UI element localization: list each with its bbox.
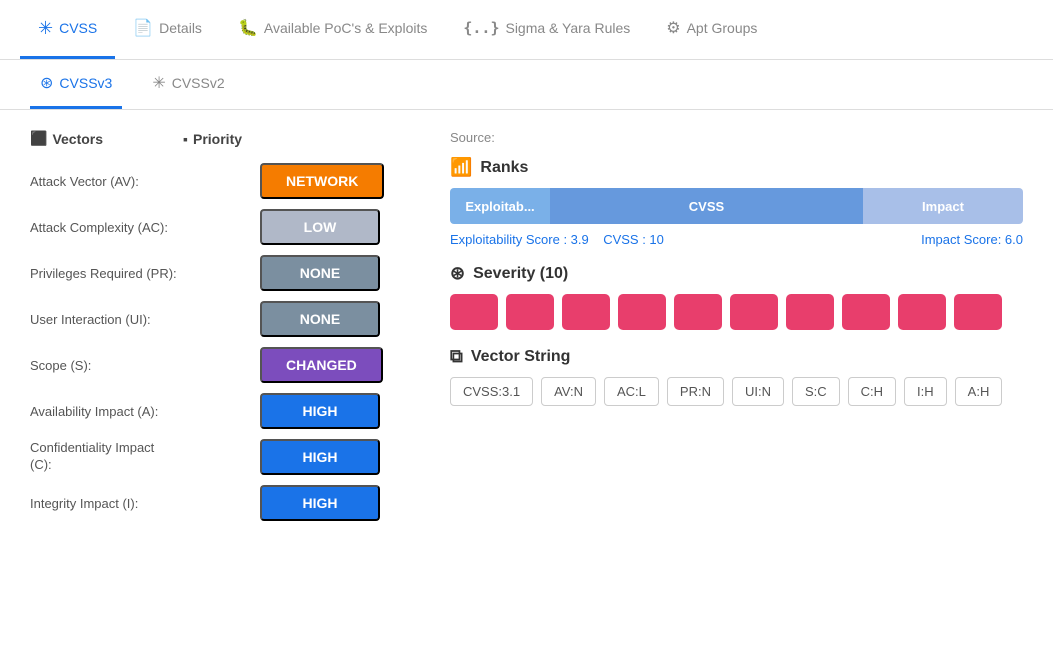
vector-string-label: Vector String [471, 348, 571, 366]
vector-string-title: ⧉ Vector String [450, 346, 1023, 367]
right-panel: Source: 📶 Ranks Exploitab... CVSS Impact [450, 130, 1023, 531]
scores-row: Exploitability Score : 3.9 CVSS : 10 Imp… [450, 232, 1023, 247]
vector-badge-pr-none[interactable]: NONE [260, 255, 380, 291]
vector-label-conf: CVSS:3.1 Confidentiality Impact(C): [30, 440, 260, 474]
vector-row-scope: Scope (S): CHANGED [30, 347, 410, 383]
severity-dot-4 [618, 294, 666, 330]
vector-badge-integ-high[interactable]: HIGH [260, 485, 380, 521]
bar-exploitability: Exploitab... [450, 188, 550, 224]
vector-tag-3: PR:N [667, 377, 724, 406]
tab-cvssv3[interactable]: ⊛ CVSSv3 [30, 60, 122, 109]
vector-tags: CVSS:3.1 AV:N AC:L PR:N UI:N S:C C:H I:H… [450, 377, 1023, 406]
cvssv2-icon: ✳ [152, 73, 165, 93]
tab-cvssv3-label: CVSSv3 [59, 75, 112, 91]
severity-dot-9 [898, 294, 946, 330]
exploitability-score: Exploitability Score : 3.9 CVSS : 10 [450, 232, 664, 247]
severity-title-label: Severity (10) [473, 265, 568, 283]
source-label: Source: [450, 130, 1023, 145]
vector-tag-0: CVSS:3.1 [450, 377, 533, 406]
sub-nav: ⊛ CVSSv3 ✳ CVSSv2 [0, 60, 1053, 110]
vector-tag-8: A:H [955, 377, 1003, 406]
severity-dot-10 [954, 294, 1002, 330]
ranks-title-label: Ranks [480, 159, 528, 177]
vector-tag-7: I:H [904, 377, 947, 406]
vector-badge-avail-high[interactable]: HIGH [260, 393, 380, 429]
priority-icon: ▪ [183, 131, 188, 147]
vector-label-pr: Privileges Required (PR): [30, 266, 260, 281]
severity-dot-5 [674, 294, 722, 330]
severity-dot-8 [842, 294, 890, 330]
severity-dot-7 [786, 294, 834, 330]
nav-item-sigma[interactable]: {..} Sigma & Yara Rules [445, 0, 648, 59]
vectors-title: ⬛ Vectors [30, 130, 103, 147]
vector-tag-4: UI:N [732, 377, 784, 406]
severity-dot-3 [562, 294, 610, 330]
nav-item-details[interactable]: 📄 Details [115, 0, 220, 59]
vector-badge-low[interactable]: LOW [260, 209, 380, 245]
severity-section: ⊛ Severity (10) [450, 263, 1023, 330]
ranks-title: 📶 Ranks [450, 157, 1023, 178]
vector-row-ac: Attack Complexity (AC): LOW [30, 209, 410, 245]
vector-label-ui: User Interaction (UI): [30, 312, 260, 327]
nav-label-exploits: Available PoC's & Exploits [264, 20, 428, 36]
vector-label-integ: Integrity Impact (I): [30, 496, 260, 511]
severity-title: ⊛ Severity (10) [450, 263, 1023, 284]
vector-tag-2: AC:L [604, 377, 659, 406]
vector-badge-network[interactable]: NETWORK [260, 163, 384, 199]
vector-badge-conf-high[interactable]: HIGH [260, 439, 380, 475]
vector-tag-5: S:C [792, 377, 840, 406]
vector-label-av: Attack Vector (AV): [30, 174, 260, 189]
vector-row-integ: Integrity Impact (I): HIGH [30, 485, 410, 521]
doc-icon: 📄 [133, 18, 153, 38]
left-panel: ⬛ Vectors ▪ Priority Attack Vector (AV):… [30, 130, 410, 531]
vector-label-ac: Attack Complexity (AC): [30, 220, 260, 235]
vector-row-avail: Availability Impact (A): HIGH [30, 393, 410, 429]
nav-item-exploits[interactable]: 🐛 Available PoC's & Exploits [220, 0, 445, 59]
sigma-icon: {..} [463, 19, 499, 37]
severity-dot-2 [506, 294, 554, 330]
vector-label-avail: Availability Impact (A): [30, 404, 260, 419]
ranks-bar: Exploitab... CVSS Impact [450, 188, 1023, 224]
vector-row-ui: User Interaction (UI): NONE [30, 301, 410, 337]
vectors-header: ⬛ Vectors ▪ Priority [30, 130, 410, 147]
severity-icon: ⊛ [450, 263, 465, 284]
main-content: ⬛ Vectors ▪ Priority Attack Vector (AV):… [0, 110, 1053, 551]
vectors-label: Vectors [52, 131, 103, 147]
ranks-section: 📶 Ranks Exploitab... CVSS Impact Exploit… [450, 157, 1023, 247]
vector-label-scope: Scope (S): [30, 358, 260, 373]
vector-badge-changed[interactable]: CHANGED [260, 347, 383, 383]
priority-title: ▪ Priority [183, 130, 242, 147]
severity-dot-6 [730, 294, 778, 330]
vectors-icon: ⬛ [30, 130, 47, 147]
ranks-icon: 📶 [450, 157, 472, 178]
cvssv3-icon: ⊛ [40, 73, 53, 93]
vector-row-pr: Privileges Required (PR): NONE [30, 255, 410, 291]
bar-impact: Impact [863, 188, 1023, 224]
nav-item-apt[interactable]: ⚙ Apt Groups [648, 0, 775, 59]
priority-label: Priority [193, 131, 242, 147]
nav-label-details: Details [159, 20, 202, 36]
top-nav: CVSS 📄 Details 🐛 Available PoC's & Explo… [0, 0, 1053, 60]
vector-badge-ui-none[interactable]: NONE [260, 301, 380, 337]
vector-row-av: Attack Vector (AV): NETWORK [30, 163, 410, 199]
apt-icon: ⚙ [666, 18, 680, 38]
vector-tag-1: AV:N [541, 377, 596, 406]
nav-item-cvss[interactable]: CVSS [20, 0, 115, 59]
tab-cvssv2-label: CVSSv2 [172, 75, 225, 91]
exploit-icon: 🐛 [238, 18, 258, 38]
vector-row-conf: CVSS:3.1 Confidentiality Impact(C): HIGH [30, 439, 410, 475]
vector-string-section: ⧉ Vector String CVSS:3.1 AV:N AC:L PR:N … [450, 346, 1023, 406]
severity-dots [450, 294, 1023, 330]
asterisk-icon [38, 18, 53, 39]
nav-label-sigma: Sigma & Yara Rules [505, 20, 630, 36]
vector-string-icon: ⧉ [450, 346, 463, 367]
impact-score: Impact Score: 6.0 [921, 232, 1023, 247]
nav-label-apt: Apt Groups [687, 20, 758, 36]
vector-tag-6: C:H [848, 377, 896, 406]
nav-label-cvss: CVSS [59, 20, 97, 36]
severity-dot-1 [450, 294, 498, 330]
tab-cvssv2[interactable]: ✳ CVSSv2 [142, 60, 234, 109]
bar-cvss: CVSS [550, 188, 863, 224]
